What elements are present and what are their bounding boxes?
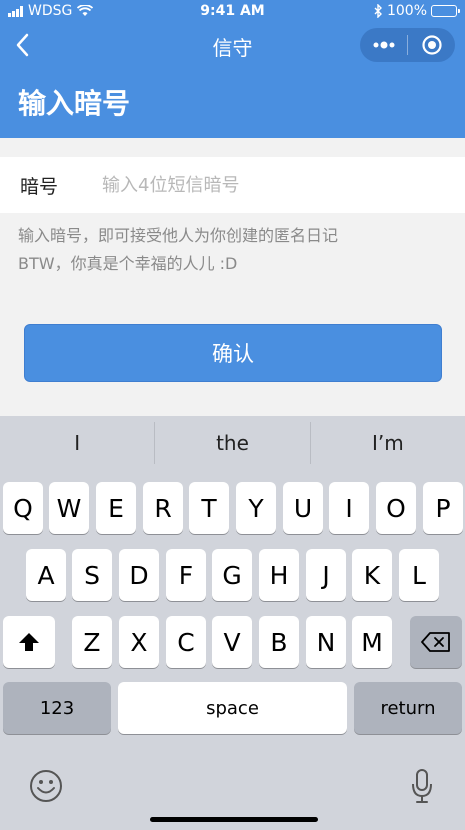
hint-line-2: BTW，你真是个幸福的人儿 :D [18, 254, 238, 273]
key-d[interactable]: D [119, 549, 159, 601]
key-t[interactable]: T [189, 482, 229, 534]
emoji-button[interactable] [26, 766, 66, 806]
more-dots-icon [373, 41, 394, 49]
suggestion-2[interactable]: the [155, 416, 309, 470]
key-q[interactable]: Q [3, 482, 43, 534]
key-c[interactable]: C [166, 616, 206, 668]
key-p[interactable]: P [423, 482, 463, 534]
numbers-key[interactable]: 123 [3, 682, 111, 734]
home-indicator [150, 817, 318, 822]
code-label: 暗号 [20, 175, 59, 198]
navigation-bar: 信守 [0, 22, 465, 68]
key-f[interactable]: F [166, 549, 206, 601]
key-v[interactable]: V [212, 616, 252, 668]
close-circle-icon [421, 35, 442, 55]
key-j[interactable]: J [306, 549, 346, 601]
hint-text: 输入暗号，即可接受他人为你创建的匿名日记 BTW，你真是个幸福的人儿 :D [18, 222, 338, 278]
code-input[interactable] [102, 174, 432, 196]
space-key[interactable]: space [118, 682, 347, 734]
code-field-row: 暗号 [0, 157, 465, 213]
key-i[interactable]: I [329, 482, 369, 534]
miniprogram-capsule [360, 28, 455, 62]
microphone-icon [412, 769, 432, 803]
key-y[interactable]: Y [236, 482, 276, 534]
dictation-button[interactable] [402, 766, 442, 806]
key-s[interactable]: S [72, 549, 112, 601]
shift-key[interactable] [3, 616, 55, 668]
key-e[interactable]: E [96, 482, 136, 534]
suggestion-3[interactable]: I’m [311, 416, 465, 470]
emoji-icon [30, 770, 62, 802]
backspace-icon [421, 632, 450, 652]
status-bar: WDSG 9:41 AM 100% [0, 0, 465, 22]
more-button[interactable] [360, 40, 407, 50]
battery-percent: 100% [386, 3, 427, 19]
battery-icon [431, 5, 460, 17]
key-g[interactable]: G [212, 549, 252, 601]
delete-key[interactable] [410, 616, 462, 668]
key-b[interactable]: B [259, 616, 299, 668]
key-n[interactable]: N [306, 616, 346, 668]
suggestion-bar: I the I’m [0, 416, 465, 470]
key-x[interactable]: X [119, 616, 159, 668]
key-l[interactable]: L [399, 549, 439, 601]
return-key[interactable]: return [354, 682, 462, 734]
page-title: 输入暗号 [18, 87, 131, 120]
shift-icon [19, 633, 39, 651]
key-a[interactable]: A [26, 549, 66, 601]
close-button[interactable] [408, 34, 455, 56]
hint-line-1: 输入暗号，即可接受他人为你创建的匿名日记 [18, 226, 339, 245]
keyboard: I the I’m Q W E R T Y U I O P A S D F G … [0, 416, 465, 830]
key-w[interactable]: W [49, 482, 89, 534]
confirm-button[interactable]: 确认 [24, 324, 442, 382]
key-r[interactable]: R [143, 482, 183, 534]
suggestion-1[interactable]: I [0, 416, 154, 470]
bluetooth-icon [374, 4, 382, 18]
key-m[interactable]: M [352, 616, 392, 668]
page-header: 输入暗号 [0, 68, 465, 138]
key-u[interactable]: U [283, 482, 323, 534]
key-h[interactable]: H [259, 549, 299, 601]
key-z[interactable]: Z [72, 616, 112, 668]
key-k[interactable]: K [352, 549, 392, 601]
key-o[interactable]: O [376, 482, 416, 534]
